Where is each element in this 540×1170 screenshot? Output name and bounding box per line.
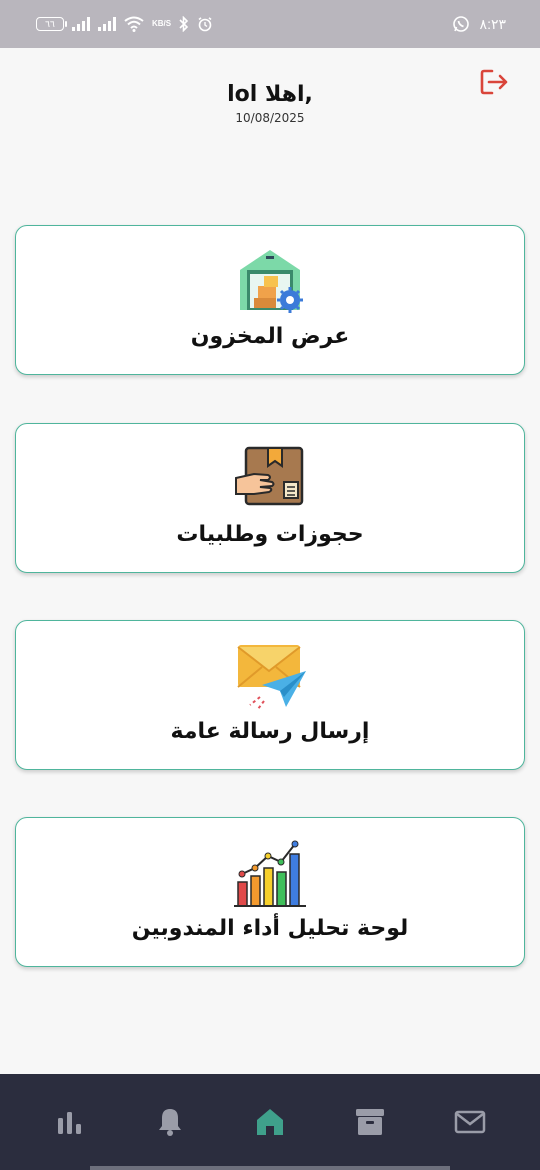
battery-icon: ٦٦ (36, 17, 67, 31)
menu-label-analytics: لوحة تحليل أداء المندوبين (131, 916, 409, 941)
menu-label-broadcast: إرسال رسالة عامة (170, 719, 370, 744)
archive-icon[interactable] (352, 1104, 388, 1140)
greeting-text: lol اهلا, (227, 82, 313, 107)
bottom-nav (0, 1074, 540, 1170)
menu-card-broadcast[interactable]: إرسال رسالة عامة (15, 620, 525, 770)
status-bar: ٦٦ KB/S ٨:٢٣ (0, 0, 540, 48)
battery-level: ٦٦ (45, 18, 55, 29)
network-speed-unit: KB/S (152, 19, 172, 28)
status-icons-right: ٨:٢٣ (452, 13, 506, 35)
bar-chart-icon (234, 840, 306, 907)
status-icons-left: ٦٦ KB/S (36, 13, 213, 35)
warehouse-icon (240, 250, 303, 313)
mail-send-icon (237, 645, 306, 710)
menu-label-inventory: عرض المخزون (190, 324, 350, 349)
whatsapp-icon (452, 16, 469, 32)
signal-icon-2 (98, 17, 116, 31)
logout-icon[interactable] (476, 64, 512, 100)
home-icon[interactable] (252, 1104, 288, 1140)
stats-nav-icon[interactable] (52, 1104, 88, 1140)
bluetooth-icon (179, 16, 189, 32)
menu-label-orders: حجوزات وطلبيات (176, 522, 364, 547)
menu-card-inventory[interactable]: عرض المخزون (15, 225, 525, 375)
system-nav-indicator (90, 1166, 450, 1170)
package-hand-icon (235, 446, 304, 506)
status-time: ٨:٢٣ (479, 15, 506, 32)
mail-icon[interactable] (452, 1104, 488, 1140)
date-text: 10/08/2025 (235, 111, 305, 125)
header: lol اهلا, 10/08/2025 (0, 82, 540, 125)
wifi-icon (124, 16, 144, 32)
signal-icon (72, 17, 90, 31)
menu-card-orders[interactable]: حجوزات وطلبيات (15, 423, 525, 573)
bell-icon[interactable] (152, 1104, 188, 1140)
menu-card-analytics[interactable]: لوحة تحليل أداء المندوبين (15, 817, 525, 967)
alarm-icon (198, 17, 212, 32)
